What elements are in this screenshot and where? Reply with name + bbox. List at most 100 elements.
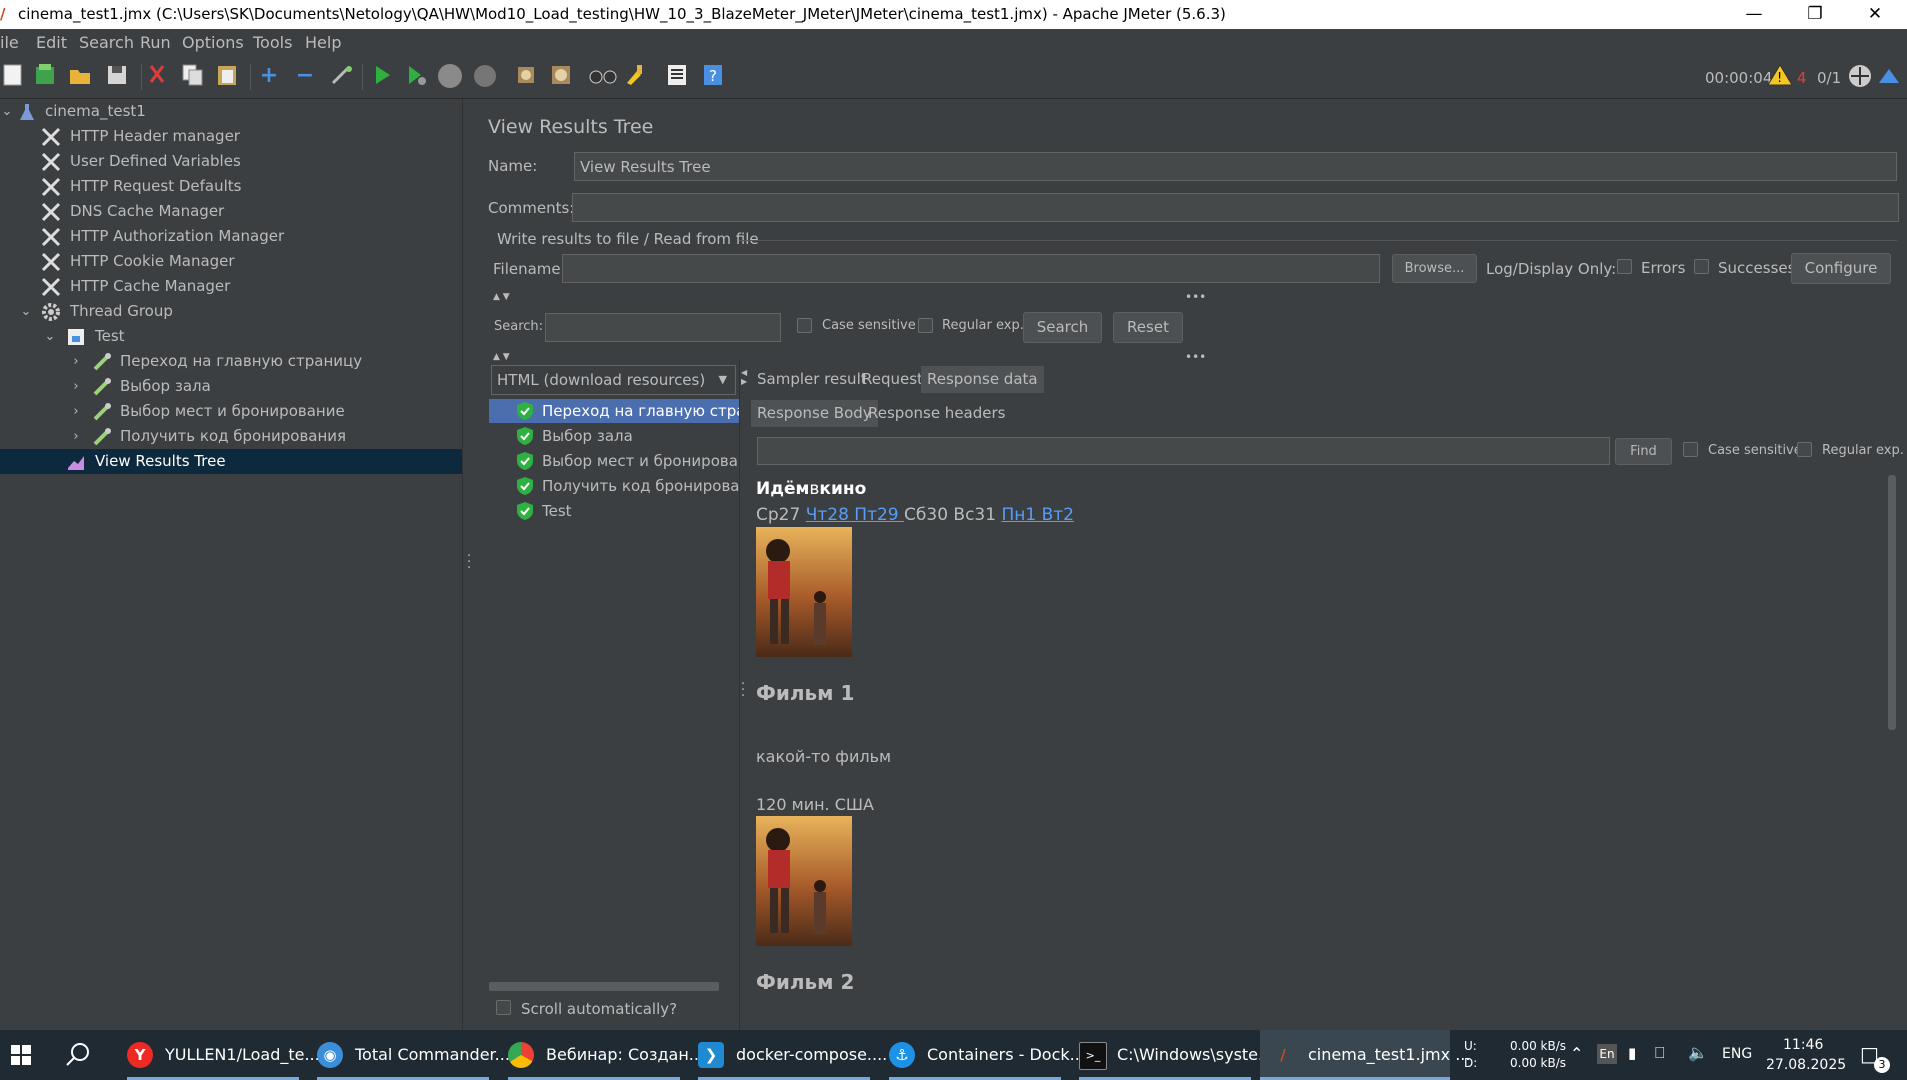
tree-node-sampler-main-page[interactable]: › Переход на главную страницу	[0, 349, 462, 374]
splitter-arrows-icon[interactable]: ◀ ▶	[741, 368, 747, 386]
result-item[interactable]: Переход на главную страни	[489, 399, 739, 423]
collapse-arrows-icon[interactable]: ▲ ▼	[493, 352, 510, 362]
stop-icon[interactable]	[437, 63, 463, 89]
new-icon[interactable]	[0, 63, 26, 89]
successes-checkbox[interactable]	[1694, 259, 1709, 274]
result-item[interactable]: Получить код бронировани	[489, 474, 739, 498]
regular-exp-checkbox[interactable]	[918, 318, 933, 333]
tree-node-cookie-manager[interactable]: HTTP Cookie Manager	[0, 249, 462, 274]
results-horizontal-scrollbar[interactable]	[489, 982, 719, 991]
response-vertical-scrollbar[interactable]	[1888, 475, 1896, 730]
expand-all-icon[interactable]: +	[256, 63, 282, 89]
tree-node-thread-group[interactable]: ⌄ Thread Group	[0, 299, 462, 324]
clear-icon[interactable]	[513, 63, 539, 89]
function-helper-icon[interactable]	[664, 63, 690, 89]
collapse-arrows-icon[interactable]: ▲ ▼	[493, 292, 510, 302]
shutdown-icon[interactable]	[472, 63, 498, 89]
search-field[interactable]	[545, 313, 781, 342]
help-icon[interactable]: ?	[700, 63, 726, 89]
day-link[interactable]: Пн1 Вт2	[1001, 505, 1074, 525]
find-field[interactable]	[757, 437, 1610, 465]
chevron-right-icon[interactable]: ›	[69, 424, 83, 449]
clear-all-icon[interactable]	[548, 63, 574, 89]
tree-node-view-results-tree[interactable]: View Results Tree	[0, 449, 462, 474]
reset-button[interactable]: Reset	[1113, 312, 1183, 343]
remote-icon[interactable]	[1847, 63, 1873, 89]
comments-field[interactable]	[572, 193, 1899, 222]
find-case-sensitive-checkbox[interactable]	[1683, 442, 1698, 457]
tree-node-sampler-hall[interactable]: › Выбор зала	[0, 374, 462, 399]
restore-icon[interactable]: ❐	[1790, 0, 1840, 29]
toggle-icon[interactable]	[328, 63, 354, 89]
open-icon[interactable]	[67, 63, 93, 89]
search-button[interactable]: Search	[1023, 312, 1102, 343]
menu-search[interactable]: Search	[79, 33, 134, 52]
start-icon[interactable]	[369, 63, 395, 89]
errors-checkbox[interactable]	[1617, 259, 1632, 274]
menu-options[interactable]: Options	[182, 33, 244, 52]
search-icon[interactable]	[65, 1042, 91, 1072]
chevron-right-icon[interactable]: ›	[69, 349, 83, 374]
warning-icon[interactable]: !	[1767, 63, 1793, 89]
battery-icon[interactable]: ▮	[1628, 1044, 1636, 1062]
case-sensitive-checkbox[interactable]	[797, 318, 812, 333]
splitter-grip-icon[interactable]: · · ·	[741, 678, 745, 703]
chevron-down-icon[interactable]: ⌄	[43, 324, 57, 349]
taskbar-item-docker[interactable]: ⚓ Containers - Dock...	[889, 1030, 1085, 1080]
search-binoculars-icon[interactable]	[589, 63, 617, 89]
taskbar-item-total-commander[interactable]: ◉ Total Commander...	[317, 1030, 510, 1080]
menu-file[interactable]: ile	[0, 33, 19, 52]
save-icon[interactable]	[104, 63, 130, 89]
vertical-splitter[interactable]: · · ·	[462, 99, 473, 1030]
configure-button[interactable]: Configure	[1791, 253, 1891, 284]
menu-help[interactable]: Help	[305, 33, 341, 52]
menu-tools[interactable]: Tools	[253, 33, 292, 52]
tree-node-test-controller[interactable]: ⌄ Test	[0, 324, 462, 349]
tab-request[interactable]: Request	[856, 366, 929, 393]
tree-node-request-defaults[interactable]: HTTP Request Defaults	[0, 174, 462, 199]
tree-node-header-manager[interactable]: HTTP Header manager	[0, 124, 462, 149]
input-language[interactable]: ENG	[1722, 1046, 1752, 1062]
windows-start-icon[interactable]	[11, 1045, 31, 1069]
tab-response-data[interactable]: Response data	[921, 366, 1044, 393]
chevron-right-icon[interactable]: ›	[69, 374, 83, 399]
browse-button[interactable]: Browse...	[1392, 254, 1477, 283]
tab-response-body[interactable]: Response Body	[751, 400, 878, 427]
find-regular-exp-checkbox[interactable]	[1797, 442, 1812, 457]
cut-icon[interactable]	[144, 63, 170, 89]
chevron-up-icon[interactable]: ⌃	[1570, 1044, 1583, 1063]
language-badge[interactable]: En	[1597, 1044, 1617, 1064]
copy-icon[interactable]	[180, 63, 206, 89]
taskbar-item-chrome[interactable]: Вебинар: Создан...	[508, 1030, 704, 1080]
tree-node-sampler-code[interactable]: › Получить код бронирования	[0, 424, 462, 449]
menu-edit[interactable]: Edit	[36, 33, 67, 52]
day-link[interactable]: Чт28 Пт29	[806, 505, 904, 525]
chevron-down-icon[interactable]: ⌄	[19, 299, 33, 324]
name-field[interactable]: View Results Tree	[574, 152, 1897, 181]
templates-icon[interactable]	[32, 63, 58, 89]
tab-sampler-result[interactable]: Sampler result	[751, 366, 873, 393]
log-viewer-icon[interactable]	[1876, 63, 1902, 89]
menu-run[interactable]: Run	[140, 33, 171, 52]
paste-icon[interactable]	[214, 63, 240, 89]
taskbar-item-jmeter[interactable]: / cinema_test1.jmx ...	[1260, 1030, 1470, 1080]
volume-icon[interactable]: 🔈	[1688, 1043, 1708, 1062]
renderer-select[interactable]: HTML (download resources) ▼	[491, 365, 736, 395]
splitter-dots-icon[interactable]: •••	[1185, 350, 1206, 364]
splitter-dots-icon[interactable]: •••	[1185, 290, 1206, 304]
result-item[interactable]: Выбор мест и бронировани	[489, 449, 739, 473]
result-item[interactable]: Выбор зала	[489, 424, 739, 448]
taskbar-item-cmd[interactable]: >_ C:\Windows\syste...	[1079, 1030, 1273, 1080]
start-no-pauses-icon[interactable]	[403, 63, 429, 89]
tree-node-dns-cache[interactable]: DNS Cache Manager	[0, 199, 462, 224]
clock-date[interactable]: 27.08.2025	[1766, 1057, 1846, 1073]
filename-field[interactable]	[562, 254, 1380, 283]
collapse-all-icon[interactable]: −	[292, 63, 318, 89]
tree-node-test-plan[interactable]: ⌄ cinema_test1	[0, 99, 462, 124]
chevron-right-icon[interactable]: ›	[69, 399, 83, 424]
scroll-automatically-checkbox[interactable]	[496, 1000, 511, 1015]
taskbar-item-vscode[interactable]: ❯ docker-compose....	[698, 1030, 887, 1080]
result-item[interactable]: Test	[489, 499, 739, 523]
tab-response-headers[interactable]: Response headers	[862, 400, 1011, 427]
reset-search-icon[interactable]	[622, 63, 648, 89]
